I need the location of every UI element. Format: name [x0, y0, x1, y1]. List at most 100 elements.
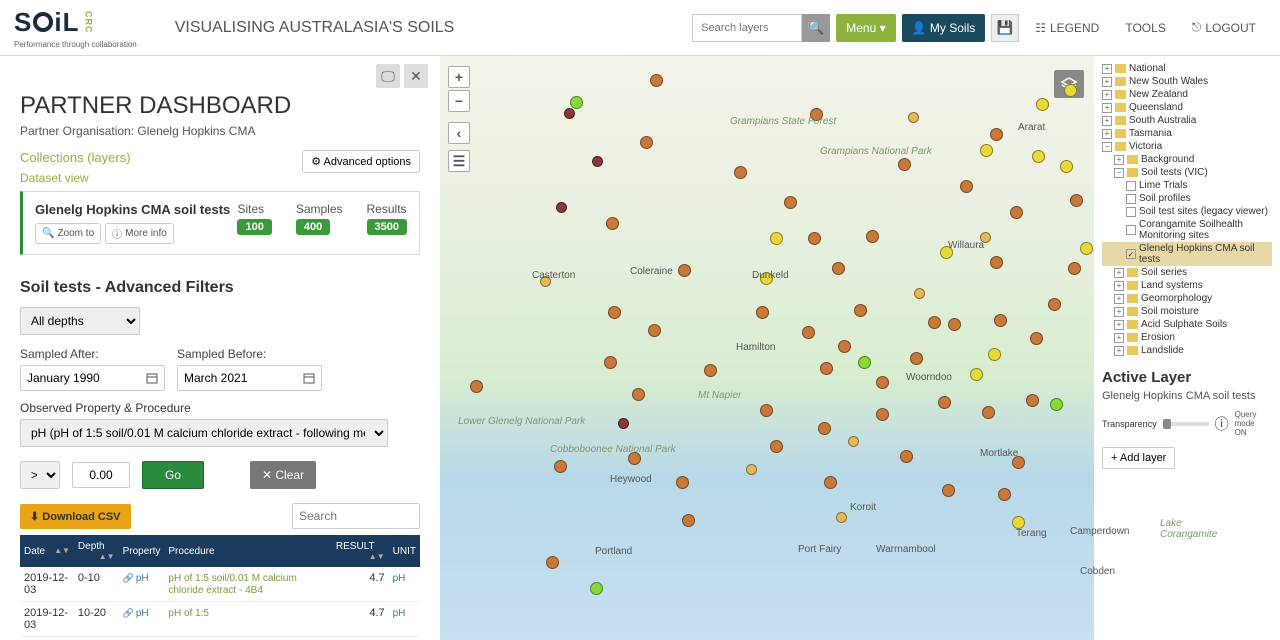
map-marker[interactable]	[802, 326, 815, 339]
map-marker[interactable]	[942, 484, 955, 497]
tree-item[interactable]: +Geomorphology	[1102, 292, 1272, 305]
col-procedure[interactable]: Procedure	[164, 535, 332, 567]
map-marker[interactable]	[876, 408, 889, 421]
plus-icon[interactable]: +	[1114, 307, 1124, 317]
map-marker[interactable]	[914, 288, 925, 299]
map-marker[interactable]	[554, 460, 567, 473]
tree-item[interactable]: +Acid Sulphate Soils	[1102, 318, 1272, 331]
tree-item[interactable]: +South Australia	[1102, 114, 1272, 127]
col-result[interactable]: RESULT▲▼	[332, 535, 389, 567]
map-marker[interactable]	[650, 74, 663, 87]
map-marker[interactable]	[632, 388, 645, 401]
map-marker[interactable]	[824, 476, 837, 489]
map-marker[interactable]	[990, 256, 1003, 269]
plus-icon[interactable]: +	[1114, 155, 1124, 165]
map-marker[interactable]	[808, 232, 821, 245]
map-marker[interactable]	[960, 180, 973, 193]
minus-icon[interactable]: −	[1102, 142, 1112, 152]
tools-link[interactable]: TOOLS	[1115, 21, 1175, 35]
map-marker[interactable]	[970, 368, 983, 381]
tree-item[interactable]: Corangamite Soilhealth Monitoring sites	[1102, 218, 1272, 242]
legend-link[interactable]: ☷LEGEND	[1025, 21, 1109, 35]
close-panel[interactable]: ✕	[404, 64, 428, 88]
map-marker[interactable]	[990, 128, 1003, 141]
tree-item[interactable]: Lime Trials	[1102, 179, 1272, 192]
plus-icon[interactable]: +	[1102, 129, 1112, 139]
map-marker[interactable]	[676, 476, 689, 489]
map-marker[interactable]	[988, 348, 1001, 361]
search-input[interactable]	[692, 14, 802, 42]
map-marker[interactable]	[836, 512, 847, 523]
plus-icon[interactable]: +	[1114, 333, 1124, 343]
plus-icon[interactable]: +	[1102, 90, 1112, 100]
value-input[interactable]	[72, 462, 130, 488]
zoom-in-button[interactable]: +	[448, 66, 470, 88]
map-marker[interactable]	[606, 217, 619, 230]
minus-icon[interactable]: −	[1114, 168, 1124, 178]
map-marker[interactable]	[838, 340, 851, 353]
zoom-to-button[interactable]: 🔍 Zoom to	[35, 223, 101, 244]
map-marker[interactable]	[1050, 398, 1063, 411]
checkbox[interactable]	[1126, 181, 1136, 191]
checkbox[interactable]	[1126, 225, 1136, 235]
map-marker[interactable]	[848, 436, 859, 447]
display-toggle[interactable]: 🖵	[376, 64, 400, 88]
map-marker[interactable]	[608, 306, 621, 319]
map-marker[interactable]	[546, 556, 559, 569]
map-marker[interactable]	[818, 422, 831, 435]
map-marker[interactable]	[908, 112, 919, 123]
map-marker[interactable]	[858, 356, 871, 369]
clear-button[interactable]: ✕ Clear	[250, 461, 316, 489]
sampled-before-input[interactable]	[177, 365, 322, 391]
map-marker[interactable]	[980, 144, 993, 157]
depth-select[interactable]: All depths	[20, 307, 140, 335]
map-marker[interactable]	[910, 352, 923, 365]
plus-icon[interactable]: +	[1102, 64, 1112, 74]
tree-item[interactable]: +National	[1102, 62, 1272, 75]
map-marker[interactable]	[928, 316, 941, 329]
plus-icon[interactable]: +	[1102, 77, 1112, 87]
plus-icon[interactable]: +	[1114, 294, 1124, 304]
menu-button[interactable]: Menu ▾	[836, 14, 895, 42]
tree-item[interactable]: +New South Wales	[1102, 75, 1272, 88]
map-marker[interactable]	[604, 356, 617, 369]
download-csv-button[interactable]: ⬇ Download CSV	[20, 504, 131, 529]
map-marker[interactable]	[900, 450, 913, 463]
map-marker[interactable]	[734, 166, 747, 179]
map-marker[interactable]	[994, 314, 1007, 327]
collections-link[interactable]: Collections (layers)	[20, 150, 131, 165]
col-property[interactable]: Property	[119, 535, 165, 567]
map-marker[interactable]	[1032, 150, 1045, 163]
plus-icon[interactable]: +	[1114, 346, 1124, 356]
map-marker[interactable]	[770, 232, 783, 245]
tree-item[interactable]: +Landslide	[1102, 344, 1272, 357]
map-marker[interactable]	[1060, 160, 1073, 173]
col-unit[interactable]: UNIT	[389, 535, 420, 567]
zoom-out-button[interactable]: −	[448, 90, 470, 112]
info-icon[interactable]: ⓘ	[1215, 414, 1229, 434]
map-marker[interactable]	[570, 96, 583, 109]
map-marker[interactable]	[770, 440, 783, 453]
property-select[interactable]: pH (pH of 1:5 soil/0.01 M calcium chlori…	[20, 419, 388, 447]
checkbox[interactable]	[1126, 207, 1136, 217]
tree-item[interactable]: +Soil series	[1102, 266, 1272, 279]
map-marker[interactable]	[832, 262, 845, 275]
map-marker[interactable]	[948, 318, 961, 331]
map-marker[interactable]	[898, 158, 911, 171]
map-marker[interactable]	[938, 396, 951, 409]
plus-icon[interactable]: +	[1102, 116, 1112, 126]
map-marker[interactable]	[1048, 298, 1061, 311]
more-info-button[interactable]: ⓘ More info	[105, 223, 174, 244]
map-marker[interactable]	[470, 380, 483, 393]
checkbox[interactable]	[1126, 194, 1136, 204]
map-marker[interactable]	[1010, 206, 1023, 219]
map-marker[interactable]	[1030, 332, 1043, 345]
map-marker[interactable]	[618, 418, 629, 429]
map-marker[interactable]	[820, 362, 833, 375]
add-layer-button[interactable]: + Add layer	[1102, 447, 1175, 469]
map-marker[interactable]	[682, 514, 695, 527]
map-marker[interactable]	[640, 136, 653, 149]
map-marker[interactable]	[1064, 84, 1077, 97]
map-marker[interactable]	[592, 156, 603, 167]
table-search-input[interactable]	[292, 503, 420, 529]
